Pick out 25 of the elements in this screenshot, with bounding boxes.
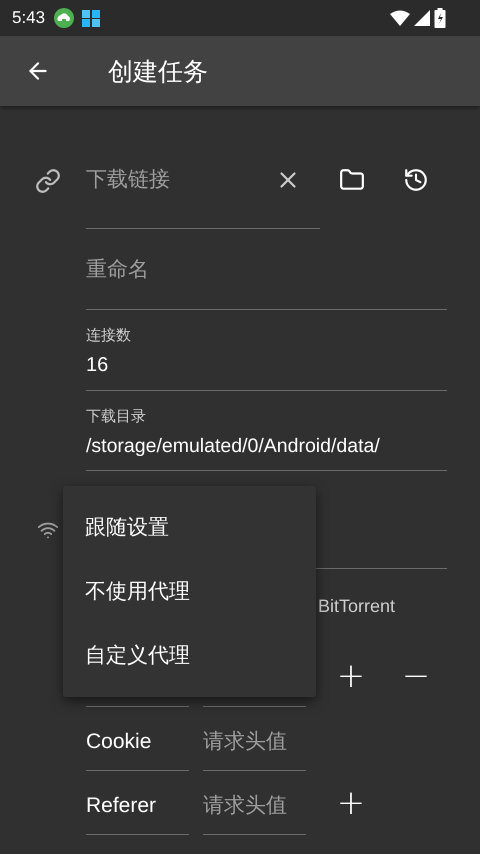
- header-value-field[interactable]: 请求头值: [203, 707, 306, 771]
- rename-field[interactable]: 重命名: [86, 229, 447, 310]
- menu-item[interactable]: 不使用代理: [63, 559, 316, 623]
- header-value-field[interactable]: 请求头值: [203, 771, 306, 835]
- header-key-field[interactable]: Referer: [86, 771, 189, 835]
- link-icon: [35, 168, 61, 194]
- header-action-button[interactable]: +: [327, 779, 375, 827]
- wifi-signal-icon: [390, 10, 410, 26]
- header-action-button[interactable]: −: [392, 652, 440, 700]
- battery-icon: [434, 8, 446, 28]
- bittorrent-tab[interactable]: BitTorrent: [318, 596, 396, 617]
- folder-icon: [339, 167, 365, 193]
- page-title: 创建任务: [108, 56, 208, 88]
- menu-item[interactable]: 自定义代理: [63, 623, 316, 687]
- header-key-field[interactable]: Cookie: [86, 707, 189, 771]
- status-time: 5:43: [12, 8, 46, 28]
- menu-item[interactable]: 跟随设置: [63, 495, 316, 559]
- connections-field[interactable]: 连接数 16: [86, 310, 447, 391]
- directory-field[interactable]: 下载目录 /storage/emulated/0/Android/data/: [86, 391, 447, 471]
- cloud-download-icon: [53, 7, 76, 29]
- grid-icon: [81, 8, 102, 28]
- header-action-button[interactable]: +: [327, 652, 375, 700]
- history-icon: [403, 167, 429, 193]
- url-field[interactable]: 下载链接: [86, 146, 320, 229]
- cell-signal-icon: [414, 10, 430, 26]
